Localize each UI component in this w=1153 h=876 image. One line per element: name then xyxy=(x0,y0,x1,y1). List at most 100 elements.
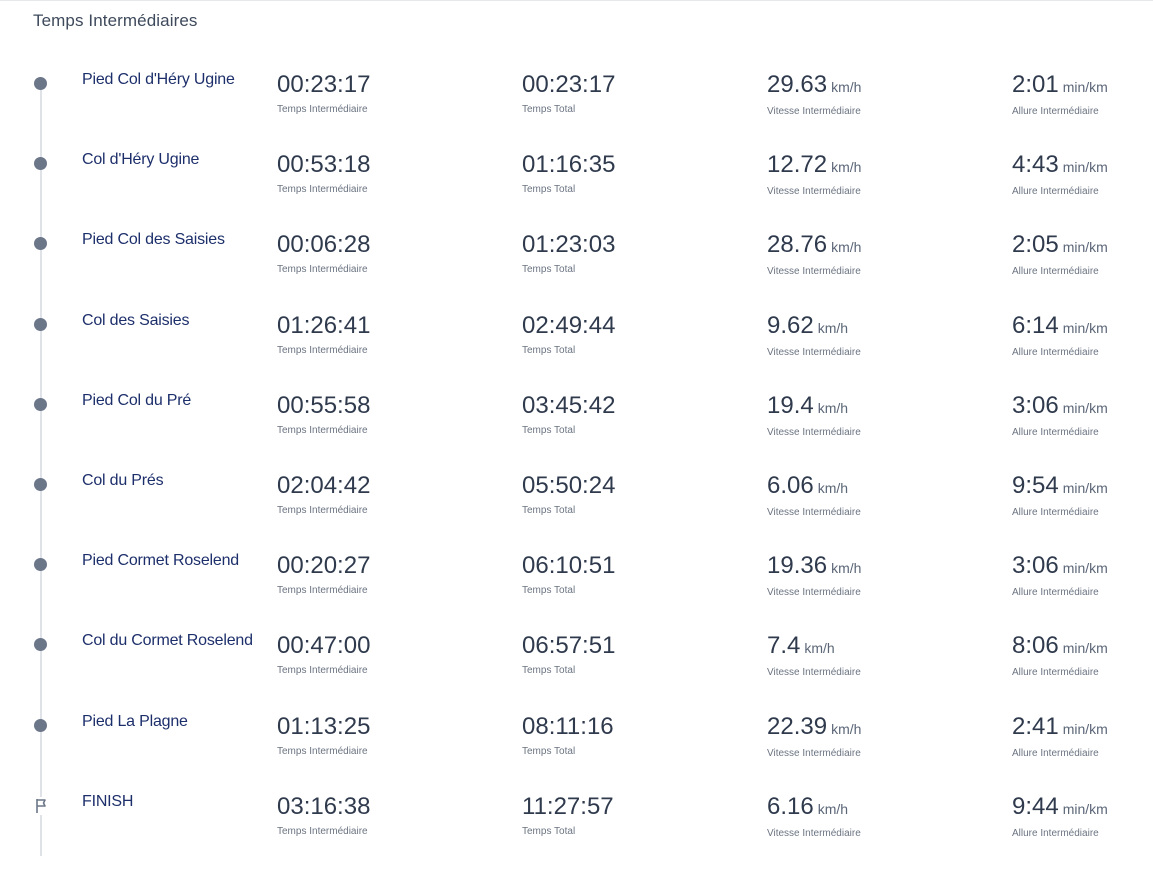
split-speed-label: Vitesse Intermédiaire xyxy=(767,507,861,518)
split-speed-value: 7.4 xyxy=(767,632,801,659)
total-time: 00:23:17 Temps Total xyxy=(522,71,615,115)
split-speed-value: 6.16 xyxy=(767,793,814,820)
split-pace: 9:54 min/km Allure Intermédiaire xyxy=(1012,472,1108,518)
split-time: 00:47:00 Temps Intermédiaire xyxy=(277,632,370,676)
split-time-value: 00:47:00 xyxy=(277,632,371,659)
split-time: 00:06:28 Temps Intermédiaire xyxy=(277,231,370,275)
total-time: 05:50:24 Temps Total xyxy=(522,472,615,516)
total-time-label: Temps Total xyxy=(522,826,576,837)
split-speed: 19.36 km/h Vitesse Intermédiaire xyxy=(767,552,861,598)
checkpoint-name: FINISH xyxy=(82,793,134,810)
total-time-label: Temps Total xyxy=(522,665,576,676)
split-speed: 6.06 km/h Vitesse Intermédiaire xyxy=(767,472,861,518)
split-pace-label: Allure Intermédiaire xyxy=(1012,667,1099,678)
checkpoint-name: Pied La Plagne xyxy=(82,713,188,730)
total-time: 06:57:51 Temps Total xyxy=(522,632,615,676)
total-time: 01:23:03 Temps Total xyxy=(522,231,615,275)
speed-unit: km/h xyxy=(804,640,835,656)
speed-unit: km/h xyxy=(831,239,862,255)
split-time: 01:13:25 Temps Intermédiaire xyxy=(277,713,370,757)
split-pace: 2:41 min/km Allure Intermédiaire xyxy=(1012,713,1108,759)
total-time-value: 08:11:16 xyxy=(522,713,614,740)
split-speed: 6.16 km/h Vitesse Intermédiaire xyxy=(767,793,861,839)
split-pace: 6:14 min/km Allure Intermédiaire xyxy=(1012,312,1108,358)
split-speed: 7.4 km/h Vitesse Intermédiaire xyxy=(767,632,861,678)
flag-icon xyxy=(33,797,49,815)
checkpoint-name: Pied Cormet Roselend xyxy=(82,552,239,569)
split-time-value: 00:06:28 xyxy=(277,231,371,258)
speed-unit: km/h xyxy=(817,801,849,817)
split-speed: 22.39 km/h Vitesse Intermédiaire xyxy=(767,713,861,759)
split-time-value: 00:23:17 xyxy=(277,71,371,98)
total-time-value: 03:45:42 xyxy=(522,392,616,419)
total-time: 06:10:51 Temps Total xyxy=(522,552,615,596)
split-time-value: 02:04:42 xyxy=(277,472,371,499)
total-time-value: 01:23:03 xyxy=(522,231,616,258)
split-pace-value: 6:14 xyxy=(1012,312,1059,339)
split-time-label: Temps Intermédiaire xyxy=(277,425,368,436)
timeline-dot-icon xyxy=(34,558,47,571)
split-pace: 2:05 min/km Allure Intermédiaire xyxy=(1012,231,1108,277)
timeline-dot-icon xyxy=(34,77,47,90)
split-time-label: Temps Intermédiaire xyxy=(277,746,368,757)
split-time-label: Temps Intermédiaire xyxy=(277,104,368,115)
split-row: Col du Cormet Roselend 00:47:00 Temps In… xyxy=(0,632,1153,712)
split-time-label: Temps Intermédiaire xyxy=(277,184,368,195)
split-row: Pied Col des Saisies 00:06:28 Temps Inte… xyxy=(0,231,1153,311)
split-row: Pied Col du Pré 00:55:58 Temps Intermédi… xyxy=(0,392,1153,472)
pace-unit: min/km xyxy=(1062,239,1108,255)
split-row: Col du Prés 02:04:42 Temps Intermédiaire… xyxy=(0,472,1153,552)
split-pace-value: 4:43 xyxy=(1012,151,1059,178)
split-speed-label: Vitesse Intermédiaire xyxy=(767,828,861,839)
split-pace: 8:06 min/km Allure Intermédiaire xyxy=(1012,632,1108,678)
split-time-label: Temps Intermédiaire xyxy=(277,505,368,516)
split-speed-value: 19.4 xyxy=(767,392,814,419)
checkpoint-name: Pied Col des Saisies xyxy=(82,231,225,248)
split-row: Col des Saisies 01:26:41 Temps Intermédi… xyxy=(0,312,1153,392)
split-speed: 28.76 km/h Vitesse Intermédiaire xyxy=(767,231,861,277)
total-time-label: Temps Total xyxy=(522,104,576,115)
split-pace-label: Allure Intermédiaire xyxy=(1012,347,1099,358)
speed-unit: km/h xyxy=(831,721,862,737)
split-time: 00:23:17 Temps Intermédiaire xyxy=(277,71,370,115)
total-time-value: 00:23:17 xyxy=(522,71,616,98)
split-speed-value: 9.62 xyxy=(767,312,814,339)
split-time-label: Temps Intermédiaire xyxy=(277,665,368,676)
pace-unit: min/km xyxy=(1062,721,1108,737)
split-pace-label: Allure Intermédiaire xyxy=(1012,587,1099,598)
total-time-label: Temps Total xyxy=(522,505,576,516)
split-pace-value: 8:06 xyxy=(1012,632,1059,659)
split-speed-value: 29.63 xyxy=(767,71,828,98)
checkpoint-name: Col du Prés xyxy=(82,472,164,489)
split-speed: 29.63 km/h Vitesse Intermédiaire xyxy=(767,71,861,117)
split-pace-label: Allure Intermédiaire xyxy=(1012,748,1099,759)
top-divider xyxy=(0,0,1153,1)
split-pace-value: 9:44 xyxy=(1012,793,1059,820)
split-pace: 3:06 min/km Allure Intermédiaire xyxy=(1012,552,1108,598)
total-time: 02:49:44 Temps Total xyxy=(522,312,615,356)
pace-unit: min/km xyxy=(1062,640,1108,656)
timeline-dot-icon xyxy=(34,478,47,491)
split-time: 01:26:41 Temps Intermédiaire xyxy=(277,312,370,356)
split-time: 00:53:18 Temps Intermédiaire xyxy=(277,151,370,195)
section-title: Temps Intermédiaires xyxy=(33,11,198,30)
split-speed-label: Vitesse Intermédiaire xyxy=(767,667,861,678)
total-time-label: Temps Total xyxy=(522,264,576,275)
split-pace: 4:43 min/km Allure Intermédiaire xyxy=(1012,151,1108,197)
split-pace-value: 2:05 xyxy=(1012,231,1059,258)
timeline-dot-icon xyxy=(34,318,47,331)
total-time: 11:27:57 Temps Total xyxy=(522,793,614,837)
total-time: 01:16:35 Temps Total xyxy=(522,151,615,195)
checkpoint-name: Pied Col du Pré xyxy=(82,392,192,409)
total-time-value: 11:27:57 xyxy=(522,793,614,820)
split-time: 03:16:38 Temps Intermédiaire xyxy=(277,793,370,837)
split-row: Pied Col d'Héry Ugine 00:23:17 Temps Int… xyxy=(0,71,1153,151)
split-speed-value: 12.72 xyxy=(767,151,828,178)
split-pace-label: Allure Intermédiaire xyxy=(1012,186,1099,197)
pace-unit: min/km xyxy=(1062,801,1108,817)
split-pace-value: 3:06 xyxy=(1012,392,1059,419)
pace-unit: min/km xyxy=(1062,159,1108,175)
speed-unit: km/h xyxy=(831,159,862,175)
split-time-label: Temps Intermédiaire xyxy=(277,345,368,356)
split-time-value: 01:13:25 xyxy=(277,713,371,740)
